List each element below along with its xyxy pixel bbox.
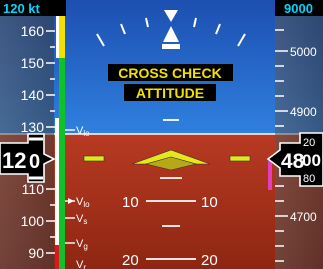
speed-band-green bbox=[59, 58, 65, 269]
speed-label-140: 140 bbox=[21, 87, 45, 103]
current-airspeed-ones: 0 bbox=[29, 151, 40, 173]
right-wing-bar bbox=[229, 155, 251, 162]
current-altitude-roll-top: 20 bbox=[303, 137, 315, 149]
selected-airspeed-box: 120 kt bbox=[0, 0, 66, 16]
current-airspeed-tens: 12 bbox=[2, 148, 26, 173]
alt-label-4700: 4700 bbox=[290, 210, 317, 224]
pitch-label-down20-left: 20 bbox=[122, 252, 139, 269]
annunciation-line2: ATTITUDE bbox=[136, 85, 204, 101]
speed-label-90: 90 bbox=[28, 245, 44, 261]
alt-label-4900: 4900 bbox=[290, 105, 317, 119]
current-altitude-roll-mid: 00 bbox=[302, 151, 321, 170]
selected-altitude-box: 9000 bbox=[275, 0, 323, 16]
annunciation-line1: CROSS CHECK bbox=[118, 65, 221, 81]
speed-label-100: 100 bbox=[21, 213, 45, 229]
pitch-label-down10-left: 10 bbox=[122, 194, 139, 211]
speed-label-130: 130 bbox=[21, 119, 45, 135]
vertical-trend-bar bbox=[268, 160, 272, 190]
selected-altitude-readout: 9000 bbox=[284, 1, 313, 16]
slip-skid-indicator bbox=[162, 44, 180, 49]
selected-airspeed-readout: 120 kt bbox=[3, 1, 41, 16]
pitch-label-down10-right: 10 bbox=[201, 194, 218, 211]
speed-band-red bbox=[55, 245, 59, 269]
speed-label-160: 160 bbox=[21, 23, 45, 39]
speed-label-110: 110 bbox=[22, 181, 45, 197]
left-wing-bar bbox=[83, 155, 105, 162]
speed-band-yellow bbox=[59, 16, 65, 58]
speed-label-150: 150 bbox=[21, 55, 45, 71]
alt-label-5000: 5000 bbox=[290, 45, 317, 59]
current-altitude-roll-bot: 80 bbox=[303, 173, 315, 185]
pitch-label-down20-right: 20 bbox=[201, 252, 218, 269]
